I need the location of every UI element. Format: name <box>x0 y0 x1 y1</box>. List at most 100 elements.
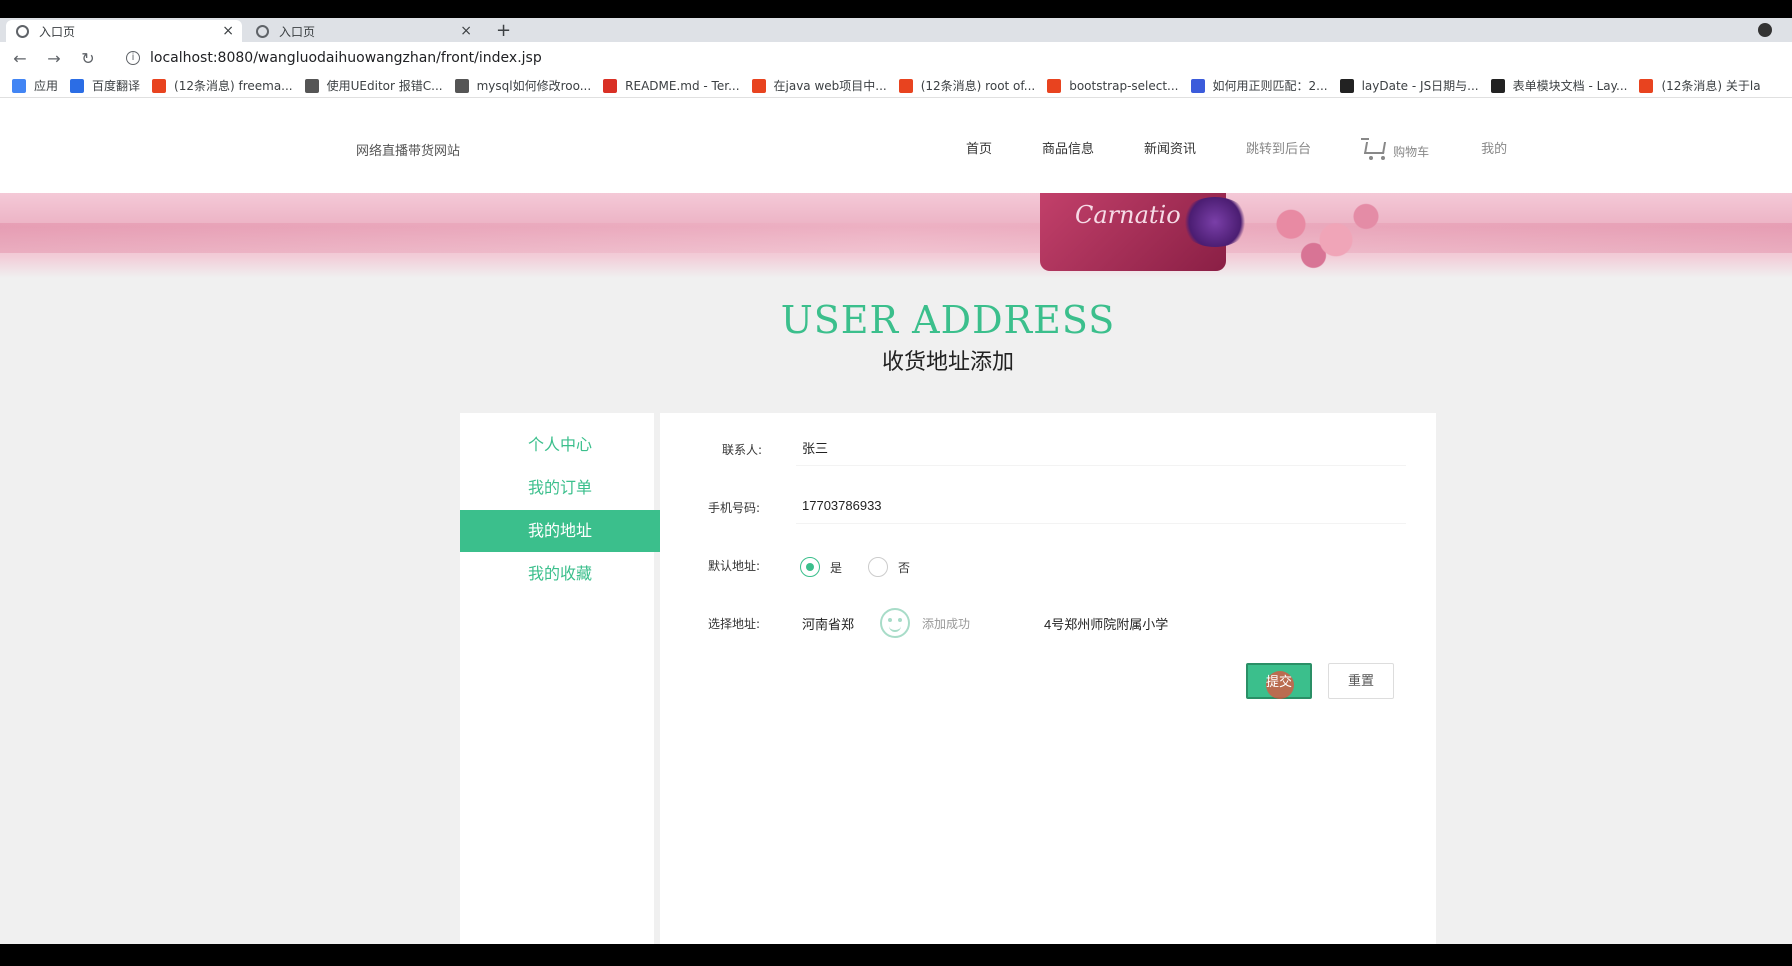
browser-window: 入口页 × 入口页 × + ← → ↻ i localhost:8080/wan… <box>0 18 1792 944</box>
contact-row: 联系人: <box>666 429 1436 469</box>
menu-item-orders[interactable]: 我的订单 <box>460 467 660 509</box>
bookmark-favicon-icon <box>70 78 85 93</box>
bookmark-item[interactable]: 如何用正则匹配：2... <box>1190 77 1328 94</box>
bookmark-item[interactable]: mysql如何修改roo... <box>454 77 592 94</box>
roses-image <box>1246 193 1396 271</box>
back-arrow-icon[interactable]: ← <box>6 49 34 68</box>
new-tab-button[interactable]: + <box>496 20 511 41</box>
bookmark-favicon-icon <box>1639 78 1654 93</box>
site-info-icon[interactable]: i <box>126 51 140 65</box>
bookmark-item[interactable]: 使用UEditor 报错C... <box>304 77 443 94</box>
bookmark-label: layDate - JS日期与... <box>1361 79 1479 93</box>
default-yes-label: 是 <box>830 561 843 575</box>
bookmark-label: 应用 <box>34 79 59 93</box>
bookmark-item[interactable]: layDate - JS日期与... <box>1339 77 1479 94</box>
submit-button[interactable]: 提交 <box>1246 663 1312 699</box>
nav-admin[interactable]: 跳转到后台 <box>1246 138 1311 160</box>
bookmark-item[interactable]: 表单模块文档 - Lay... <box>1490 77 1628 94</box>
nav-news[interactable]: 新闻资讯 <box>1144 138 1196 160</box>
phone-input[interactable] <box>802 498 1402 513</box>
address-value-left[interactable]: 河南省郑 <box>802 614 854 633</box>
default-no-radio[interactable] <box>868 557 888 577</box>
globe-icon <box>16 24 29 38</box>
bookmark-item[interactable]: (12条消息) freema... <box>152 77 293 94</box>
reload-icon[interactable]: ↻ <box>74 49 102 68</box>
contact-input[interactable] <box>802 440 1402 455</box>
nav-home[interactable]: 首页 <box>966 138 992 160</box>
success-toast: 添加成功 <box>880 603 1030 643</box>
bookmarks-bar: 应用 百度翻译 (12条消息) freema... 使用UEditor 报错C... m… <box>0 74 1792 98</box>
bookmark-item[interactable]: bootstrap-select... <box>1047 78 1179 93</box>
tab-label: 入口页 <box>39 24 76 39</box>
default-address-row: 默认地址: 是 否 <box>666 545 1436 585</box>
bookmark-label: 表单模块文档 - Lay... <box>1512 79 1628 93</box>
bookmark-item[interactable]: README.md - Ter... <box>603 78 740 93</box>
address-value-right[interactable]: 4号郑州师院附属小学 <box>1044 614 1168 633</box>
forward-arrow-icon[interactable]: → <box>40 49 68 68</box>
phone-row: 手机号码: <box>666 487 1436 527</box>
tab-entry-page-active[interactable]: 入口页 × <box>6 20 242 42</box>
address-label: 选择地址: <box>708 617 761 631</box>
bookmark-label: 使用UEditor 报错C... <box>326 79 443 93</box>
reset-button[interactable]: 重置 <box>1328 663 1394 699</box>
menu-item-profile[interactable]: 个人中心 <box>460 424 660 466</box>
bookmark-favicon-icon <box>304 78 319 93</box>
bookmark-label: README.md - Ter... <box>625 78 740 93</box>
nav-cart[interactable]: 购物车 <box>1361 138 1429 160</box>
toast-text: 添加成功 <box>922 616 971 631</box>
nav-products[interactable]: 商品信息 <box>1042 138 1094 160</box>
close-icon[interactable]: × <box>222 23 234 39</box>
address-form: 联系人: 手机号码: 默认地址: 是 否 <box>666 413 1436 944</box>
bookmark-favicon-icon <box>1190 78 1205 93</box>
page-title-en: USER ADDRESS <box>780 298 1116 342</box>
bookmark-favicon-icon <box>1047 78 1062 93</box>
bookmark-item[interactable]: (12条消息) 关于la <box>1639 77 1761 94</box>
address-row: 选择地址: 河南省郑 添加成功 4号郑州师院附属小学 <box>666 603 1436 643</box>
phone-label: 手机号码: <box>708 501 761 515</box>
bookmark-label: 在java web项目中... <box>773 79 887 93</box>
default-address-label: 默认地址: <box>708 559 761 573</box>
page-title-cn: 收货地址添加 <box>881 350 1014 375</box>
bookmark-label: 百度翻译 <box>92 79 141 93</box>
bookmark-label: bootstrap-select... <box>1069 78 1179 93</box>
address-toolbar: ← → ↻ i localhost:8080/wangluodaihuowang… <box>0 42 1792 74</box>
product-brand-text: Carnatio <box>1075 201 1181 229</box>
screen-frame: 入口页 × 入口页 × + ← → ↻ i localhost:8080/wan… <box>0 0 1792 966</box>
site-nav: 首页 商品信息 新闻资讯 跳转到后台 购物车 我的 <box>966 138 1557 160</box>
globe-icon <box>256 24 269 38</box>
bookmark-label: (12条消息) 关于la <box>1661 79 1761 93</box>
contact-label: 联系人: <box>722 443 763 457</box>
bookmark-label: mysql如何修改roo... <box>476 79 592 93</box>
bookmark-item[interactable]: 百度翻译 <box>70 77 140 94</box>
profile-icon[interactable] <box>1758 23 1772 37</box>
bookmark-favicon-icon <box>152 78 167 93</box>
site-header: 网络直播带货网站 首页 商品信息 新闻资讯 跳转到后台 购物车 我的 <box>0 98 1792 193</box>
bookmark-label: (12条消息) root of... <box>920 79 1036 93</box>
tab-entry-page[interactable]: 入口页 × <box>246 20 480 42</box>
address-bar[interactable]: i localhost:8080/wangluodaihuowangzhan/f… <box>126 50 542 66</box>
form-actions: 提交 重置 <box>666 663 1436 703</box>
bookmark-item[interactable]: (12条消息) root of... <box>898 77 1036 94</box>
menu-item-address[interactable]: 我的地址 <box>460 510 660 552</box>
menu-item-favorites[interactable]: 我的收藏 <box>460 553 660 595</box>
bookmark-favicon-icon <box>603 78 618 93</box>
close-icon[interactable]: × <box>460 23 472 39</box>
bookmark-favicon-icon <box>1490 78 1505 93</box>
bookmark-favicon-icon <box>751 78 766 93</box>
tab-strip: 入口页 × 入口页 × + <box>0 18 1792 42</box>
shopping-cart-icon <box>1361 138 1389 160</box>
promo-banner: Carnatio <box>0 193 1792 278</box>
bookmark-label: 如何用正则匹配：2... <box>1212 79 1328 93</box>
site-title[interactable]: 网络直播带货网站 <box>356 140 460 159</box>
bookmark-item[interactable]: 在java web项目中... <box>751 77 887 94</box>
bookmark-favicon-icon <box>898 78 913 93</box>
url-text: localhost:8080/wangluodaihuowangzhan/fro… <box>150 50 542 66</box>
bookmark-apps[interactable]: 应用 <box>12 77 58 94</box>
default-yes-radio[interactable] <box>800 557 820 577</box>
cart-label: 购物车 <box>1393 145 1430 159</box>
address-panel: 个人中心 我的订单 我的地址 我的收藏 联系人: 手机号码: <box>460 413 1436 944</box>
nav-mine[interactable]: 我的 <box>1481 138 1507 160</box>
bookmark-favicon-icon <box>454 78 469 93</box>
user-side-menu: 个人中心 我的订单 我的地址 我的收藏 <box>460 413 660 944</box>
tab-label: 入口页 <box>279 24 316 39</box>
